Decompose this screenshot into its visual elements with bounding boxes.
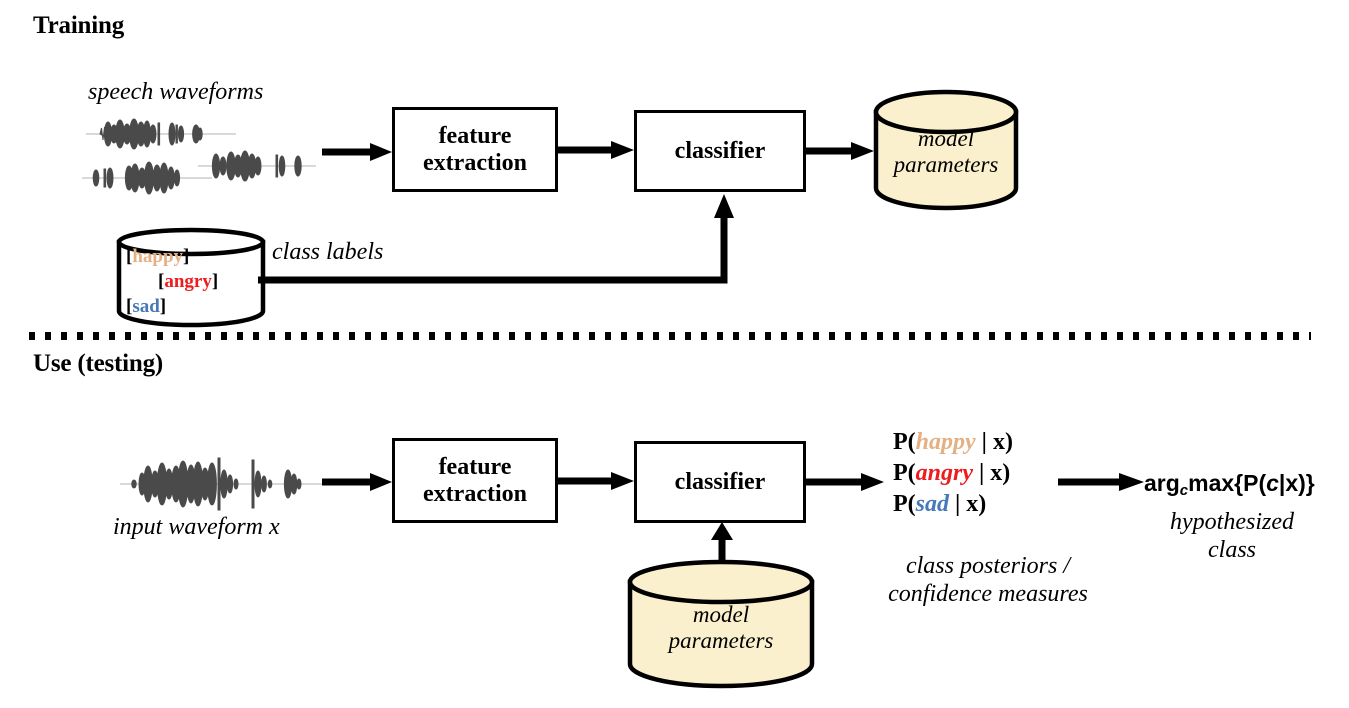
hypothesized-line-1: hypothesized — [1170, 509, 1294, 535]
class-label-sad-text: sad — [132, 296, 160, 317]
posterior-sad-prefix: P( — [893, 491, 916, 518]
fe2-line-1: feature — [438, 453, 512, 480]
testing-feature-extraction-box[interactable]: feature extraction — [392, 438, 558, 523]
bracket-close-angry: ] — [211, 271, 219, 292]
training-feature-extraction-box[interactable]: feature extraction — [392, 107, 558, 192]
arrow-input-to-feature-extraction — [322, 472, 394, 492]
speech-waveforms-label: speech waveforms — [88, 79, 264, 105]
class-label-happy-text: happy — [132, 246, 184, 267]
testing-classifier-label: classifier — [674, 468, 766, 495]
posterior-sad-suffix: | x) — [949, 491, 987, 518]
arrow-class-labels-to-classifier — [258, 188, 758, 296]
argmax-sub: c — [1179, 482, 1189, 500]
testing-model-parameters-cylinder[interactable]: model parameters — [626, 559, 816, 690]
posterior-angry-class: angry — [915, 460, 973, 487]
fe-line-1: feature — [438, 122, 512, 149]
training-model-parameters-cylinder[interactable]: model parameters — [872, 89, 1020, 211]
arrow-posteriors-to-argmax — [1058, 472, 1146, 492]
posterior-sad: P(sad | x) — [893, 489, 1013, 520]
input-waveform-icon — [118, 450, 328, 520]
posterior-angry-prefix: P( — [893, 460, 916, 487]
speech-waveforms-icon — [78, 108, 318, 198]
posterior-sad-class: sad — [915, 491, 949, 518]
posterior-happy-suffix: | x) — [975, 429, 1013, 455]
training-feature-extraction-label: feature extraction — [423, 123, 527, 177]
posterior-caption-line-1: class posteriors / — [905, 553, 1070, 579]
arrow-waveforms-to-feature-extraction — [322, 142, 394, 162]
posterior-angry: P(angry | x) — [893, 458, 1013, 489]
class-label-angry-text: angry — [164, 271, 212, 292]
bracket-close-sad: ] — [159, 296, 167, 317]
posterior-happy: P(happy | x) — [893, 427, 1013, 458]
posterior-angry-suffix: | x) — [973, 460, 1011, 487]
training-classifier-box[interactable]: classifier — [634, 110, 806, 192]
fe-line-2: extraction — [423, 149, 527, 176]
posterior-happy-prefix: P( — [893, 429, 916, 455]
hypothesized-class-caption: hypothesized class — [1124, 508, 1340, 565]
hypothesized-line-2: class — [1208, 537, 1256, 564]
arrow-classifier-to-model-parameters — [806, 141, 876, 161]
posterior-caption: class posteriors / confidence measures — [863, 552, 1113, 609]
argmax-mid: max{P( — [1188, 470, 1267, 496]
class-labels-list: [happy] [angry] [sad] — [126, 247, 218, 316]
arrow-classifier-to-posteriors — [806, 472, 886, 492]
posteriors-list: P(happy | x) P(angry | x) P(sad | x) — [893, 427, 1013, 521]
class-label-angry: [angry] — [126, 272, 218, 291]
section-divider — [26, 331, 1316, 341]
bracket-close-happy: ] — [183, 246, 190, 267]
class-label-happy: [happy] — [126, 247, 218, 266]
arrow-feature-extraction-to-classifier-testing — [558, 471, 636, 491]
posterior-happy-class: happy — [915, 429, 976, 455]
training-classifier-label: classifier — [674, 137, 766, 164]
argmax-var: c — [1266, 470, 1279, 496]
class-label-sad: [sad] — [126, 297, 218, 316]
testing-feature-extraction-label: feature extraction — [423, 454, 527, 508]
testing-section-title: Use (testing) — [33, 350, 164, 377]
training-section-title: Training — [33, 12, 125, 39]
input-waveform-label: input waveform x — [113, 514, 280, 540]
argmax-expression: argcmax{P(c|x)} — [1144, 470, 1315, 499]
argmax-pre: arg — [1144, 470, 1180, 496]
testing-classifier-box[interactable]: classifier — [634, 441, 806, 523]
arrow-feature-extraction-to-classifier-training — [558, 140, 636, 160]
posterior-caption-line-2: confidence measures — [888, 581, 1088, 608]
argmax-post: |x)} — [1278, 470, 1315, 496]
fe2-line-2: extraction — [423, 480, 527, 507]
diagram-canvas: Training speech waveforms feature extrac… — [0, 0, 1349, 708]
